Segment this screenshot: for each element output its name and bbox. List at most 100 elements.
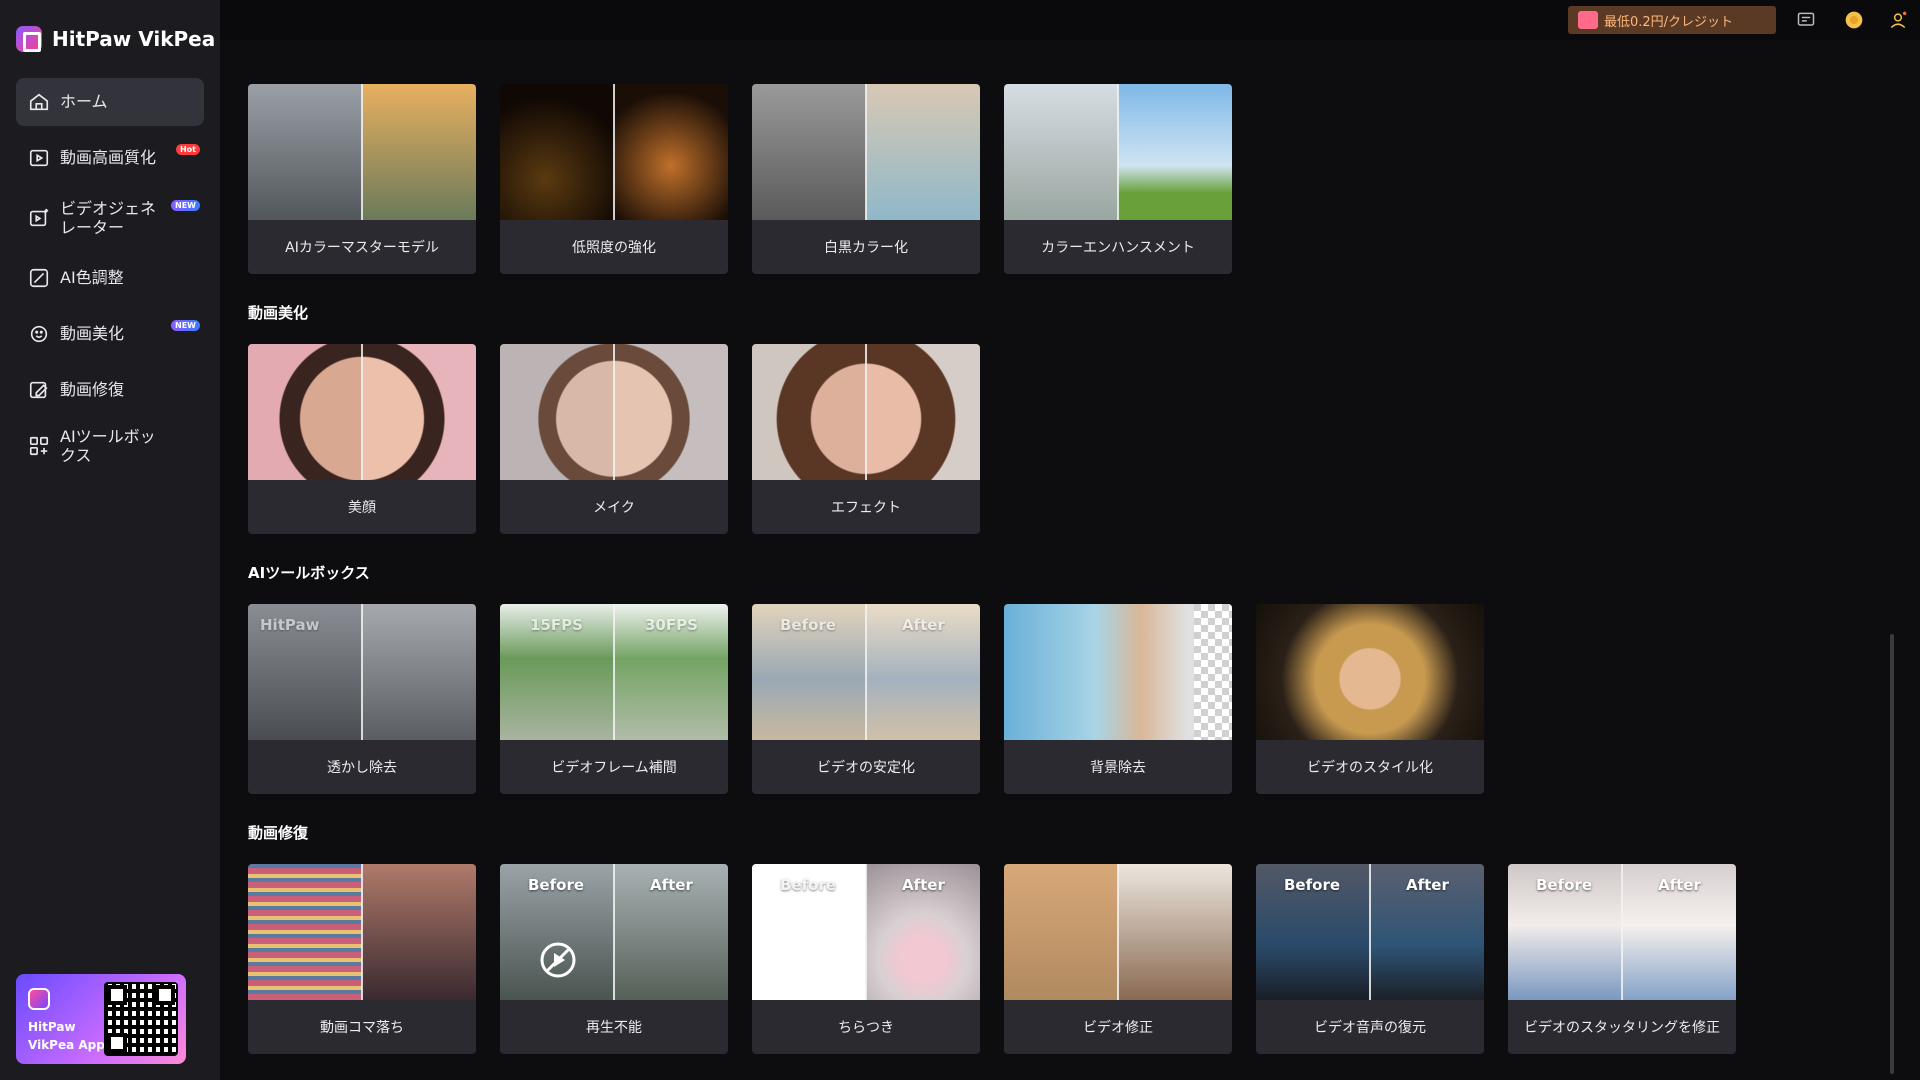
- sidebar-item-toolbox[interactable]: AIツールボックス: [16, 422, 204, 470]
- sidebar-item-beautify[interactable]: 動画美化 NEW: [16, 310, 204, 358]
- card-label: AIカラーマスターモデル: [285, 240, 439, 256]
- feature-card[interactable]: Before After 再生不能: [500, 864, 728, 1054]
- vikpea-app-icon: [28, 988, 50, 1010]
- sidebar-item-label: AI色調整: [60, 268, 124, 288]
- split-divider: [361, 604, 363, 740]
- thumb-after: [362, 84, 476, 220]
- card-label: ビデオ修正: [1083, 1020, 1153, 1036]
- feature-card[interactable]: Before After ビデオの安定化: [752, 604, 980, 794]
- sidebar-item-repair[interactable]: 動画修復: [16, 366, 204, 414]
- split-divider: [1369, 864, 1371, 1000]
- toolbox-icon: [28, 435, 50, 457]
- card-thumbnail: [500, 344, 728, 480]
- before-label: Before: [780, 616, 837, 634]
- feature-card[interactable]: Before After ビデオ音声の復元: [1256, 864, 1484, 1054]
- thumb-after: [362, 604, 476, 740]
- feature-card[interactable]: 美顔: [248, 344, 476, 534]
- card-label: ビデオのスタイル化: [1307, 760, 1433, 776]
- thumb-before: [752, 344, 866, 480]
- section-title: AIツールボックス: [248, 564, 370, 582]
- split-divider: [361, 84, 363, 220]
- top-bar: 最低0.2円/クレジット: [220, 0, 1920, 40]
- thumb-before: [752, 84, 866, 220]
- main-content: AIカラーマスターモデル 低照度の強化 白黒カラー化 カラーエンハンスメント 動…: [220, 40, 1900, 1080]
- app-logo-icon: [16, 26, 42, 52]
- feature-card[interactable]: メイク: [500, 344, 728, 534]
- feature-card[interactable]: 白黒カラー化: [752, 84, 980, 274]
- card-label: メイク: [593, 500, 635, 516]
- after-label: After: [902, 616, 945, 634]
- thumb-after: [614, 84, 728, 220]
- message-icon[interactable]: [1796, 10, 1816, 30]
- card-thumbnail: Before After: [500, 864, 728, 1000]
- feature-card[interactable]: ビデオのスタイル化: [1256, 604, 1484, 794]
- sidebar-item-label: 動画高画質化: [60, 148, 157, 168]
- split-divider: [613, 864, 615, 1000]
- section-title: 動画修復: [248, 824, 309, 842]
- gift-icon: [1578, 11, 1598, 29]
- mobile-app-promo[interactable]: HitPaw VikPea App: [16, 974, 186, 1064]
- feature-card[interactable]: 動画コマ落ち: [248, 864, 476, 1054]
- feature-card[interactable]: エフェクト: [752, 344, 980, 534]
- cards-row-color: AIカラーマスターモデル 低照度の強化 白黒カラー化 カラーエンハンスメント: [248, 84, 1232, 274]
- sidebar-item-video-generator[interactable]: ビデオジェネレーター NEW: [16, 190, 204, 246]
- feature-card[interactable]: HitPaw 透かし除去: [248, 604, 476, 794]
- sidebar-item-home[interactable]: ホーム: [16, 78, 204, 126]
- card-label: 動画コマ落ち: [320, 1020, 404, 1036]
- feature-card[interactable]: 背景除去: [1004, 604, 1232, 794]
- split-divider: [361, 344, 363, 480]
- account-icon[interactable]: [1888, 10, 1908, 30]
- sidebar-item-label: AIツールボックス: [60, 426, 156, 465]
- card-label: エフェクト: [831, 500, 901, 516]
- card-thumbnail: [1004, 84, 1232, 220]
- sidebar-item-ai-color[interactable]: AI色調整: [16, 254, 204, 302]
- hot-badge: Hot: [175, 144, 200, 155]
- thumb-after: [866, 344, 980, 480]
- thumb-before: [500, 84, 614, 220]
- credit-promo-button[interactable]: 最低0.2円/クレジット: [1568, 6, 1776, 34]
- card-thumbnail: [1004, 864, 1232, 1000]
- thumb-before: [248, 344, 362, 480]
- split-divider: [361, 864, 363, 1000]
- card-label: 背景除去: [1090, 760, 1146, 776]
- feature-card[interactable]: AIカラーマスターモデル: [248, 84, 476, 274]
- split-divider: [865, 84, 867, 220]
- card-thumbnail: [248, 344, 476, 480]
- after-label: After: [650, 876, 693, 894]
- card-thumbnail: 15FPS 30FPS: [500, 604, 728, 740]
- card-label: 白黒カラー化: [824, 240, 908, 256]
- transparent-bg-pattern: [1194, 604, 1232, 740]
- qr-finder: [107, 1033, 127, 1053]
- split-divider: [1117, 864, 1119, 1000]
- card-label: ビデオフレーム補間: [551, 760, 677, 776]
- thumb-after: [362, 344, 476, 480]
- thumb-before: [1004, 84, 1118, 220]
- sidebar-item-video-enhance[interactable]: 動画高画質化 Hot: [16, 134, 204, 182]
- thumb-before: [248, 84, 362, 220]
- card-label: ビデオ音声の復元: [1314, 1020, 1426, 1036]
- feature-card[interactable]: カラーエンハンスメント: [1004, 84, 1232, 274]
- watermark-label: HitPaw: [260, 616, 320, 634]
- feature-card[interactable]: Before After ビデオのスタッタリングを修正: [1508, 864, 1736, 1054]
- split-divider: [865, 864, 867, 1000]
- vertical-scrollbar[interactable]: [1890, 634, 1894, 1074]
- split-divider: [613, 344, 615, 480]
- card-label: ビデオの安定化: [817, 760, 915, 776]
- qr-code-icon: [104, 982, 178, 1056]
- thumb-after: [614, 344, 728, 480]
- fps-before-label: 15FPS: [530, 616, 583, 634]
- feature-card[interactable]: 15FPS 30FPS ビデオフレーム補間: [500, 604, 728, 794]
- split-divider: [1117, 84, 1119, 220]
- thumb-before: [1004, 864, 1118, 1000]
- feature-card[interactable]: Before After ちらつき: [752, 864, 980, 1054]
- cards-row-toolbox: HitPaw 透かし除去 15FPS 30FPS ビデオフレーム補間 Befor…: [248, 604, 1484, 794]
- card-thumbnail: HitPaw: [248, 604, 476, 740]
- cards-row-repair: 動画コマ落ち Before After 再生不能 Before After ちら…: [248, 864, 1736, 1054]
- feature-card[interactable]: 低照度の強化: [500, 84, 728, 274]
- coin-icon[interactable]: [1844, 10, 1864, 30]
- promo-text: 最低0.2円/クレジット: [1604, 14, 1734, 30]
- feature-card[interactable]: ビデオ修正: [1004, 864, 1232, 1054]
- sidebar-item-label: 動画美化: [60, 324, 125, 344]
- sidebar-item-label: ホーム: [60, 92, 108, 112]
- brand: HitPaw VikPea: [16, 26, 215, 52]
